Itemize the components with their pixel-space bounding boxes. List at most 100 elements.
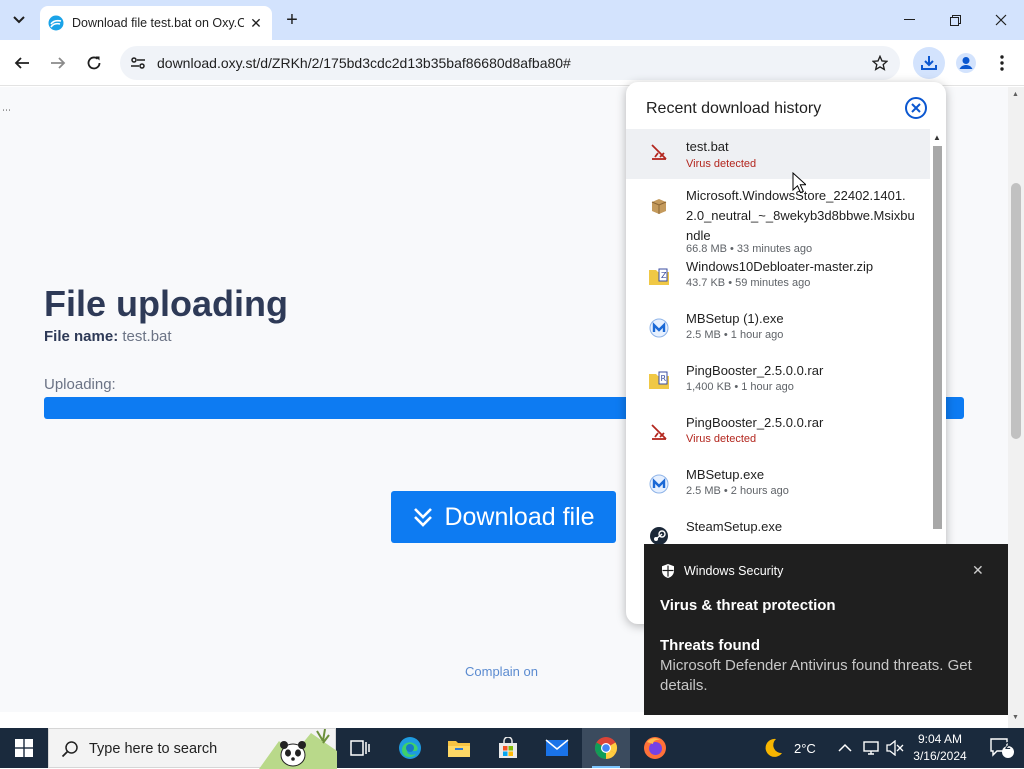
- reload-button[interactable]: [80, 49, 108, 77]
- blocked-file-icon: [648, 421, 670, 443]
- volume-tray-icon[interactable]: [886, 728, 904, 768]
- tab-search-button[interactable]: [6, 7, 32, 33]
- download-file-button[interactable]: Download file: [391, 491, 616, 543]
- download-item[interactable]: test.bat Virus detected: [626, 129, 930, 179]
- clock-date: 3/16/2024: [913, 749, 967, 763]
- store-icon: [499, 737, 517, 758]
- mail-button[interactable]: [533, 728, 581, 768]
- address-bar[interactable]: download.oxy.st/d/ZRKh/2/175bd3cdc2d13b3…: [120, 46, 900, 80]
- downloads-scrollbar-thumb[interactable]: [933, 146, 942, 529]
- restore-icon: [949, 14, 961, 26]
- reload-icon: [87, 56, 101, 70]
- malwarebytes-icon: [648, 473, 670, 495]
- close-window-button[interactable]: [978, 0, 1024, 40]
- clock-time: 9:04 AM: [917, 732, 963, 746]
- double-chevron-down-icon: [414, 508, 433, 527]
- tab-strip: Download file test.bat on Oxy.C ✕ +: [0, 0, 1024, 40]
- download-item[interactable]: R PingBooster_2.5.0.0.rar 1,400 KB • 1 h…: [626, 359, 930, 409]
- restore-button[interactable]: [932, 0, 978, 40]
- tab-close-icon[interactable]: ✕: [248, 15, 264, 31]
- profile-button[interactable]: [952, 49, 980, 77]
- tab-title: Download file test.bat on Oxy.C: [72, 16, 244, 30]
- download-item[interactable]: MBSetup (1).exe 2.5 MB • 1 hour ago: [626, 307, 930, 357]
- taskbar-search-box[interactable]: Type here to search: [48, 728, 337, 769]
- edge-taskbar-button[interactable]: [386, 728, 434, 768]
- search-placeholder: Type here to search: [89, 741, 218, 757]
- svg-text:R: R: [661, 374, 667, 383]
- download-item-status: Virus detected: [686, 158, 757, 170]
- download-item-status: Virus detected: [686, 433, 757, 445]
- moon-weather-icon: [765, 738, 782, 757]
- weather-temperature: 2°C: [794, 740, 816, 756]
- download-item-status: 66.8 MB • 33 minutes ago: [686, 243, 813, 255]
- downloads-button[interactable]: [913, 47, 945, 79]
- download-file-label: Download file: [444, 502, 595, 531]
- new-tab-button[interactable]: +: [281, 9, 303, 31]
- firefox-icon: [644, 737, 666, 759]
- windows-security-notification[interactable]: Windows Security ✕ Virus & threat protec…: [644, 544, 1008, 715]
- notification-center-button[interactable]: 2: [980, 728, 1024, 768]
- tray-overflow-button[interactable]: [838, 728, 852, 768]
- network-icon: [863, 741, 879, 755]
- chevron-down-icon: [13, 16, 25, 24]
- download-item[interactable]: Z Windows10Debloater-master.zip 43.7 KB …: [626, 255, 930, 305]
- download-item-name: PingBooster_2.5.0.0.rar: [686, 363, 824, 378]
- downloads-list: test.bat Virus detected Microsoft.Window…: [626, 129, 930, 577]
- page-menu-icon[interactable]: ⋯: [2, 105, 11, 116]
- task-view-icon: [350, 740, 370, 756]
- close-circle-icon[interactable]: [904, 96, 928, 120]
- page-title: File uploading: [44, 283, 288, 324]
- minimize-icon: [903, 19, 915, 20]
- download-item-name: PingBooster_2.5.0.0.rar: [686, 415, 824, 430]
- download-item-status: 2.5 MB • 1 hour ago: [686, 329, 784, 341]
- minimize-button[interactable]: [886, 0, 932, 40]
- scroll-down-arrow-icon[interactable]: ▼: [1012, 714, 1019, 721]
- chrome-taskbar-button[interactable]: [582, 728, 630, 768]
- speaker-muted-icon: [886, 740, 904, 756]
- page-scrollbar[interactable]: ▲ ▼: [1008, 87, 1024, 728]
- network-tray-icon[interactable]: [862, 728, 880, 768]
- scroll-up-arrow-icon[interactable]: ▲: [1012, 91, 1019, 98]
- edge-icon: [399, 737, 421, 759]
- close-icon[interactable]: ✕: [972, 562, 984, 579]
- file-explorer-button[interactable]: [435, 728, 483, 768]
- windows-logo-icon: [15, 739, 33, 757]
- page-scrollbar-thumb[interactable]: [1011, 183, 1021, 439]
- zip-archive-icon: Z: [648, 265, 670, 287]
- tab-active[interactable]: Download file test.bat on Oxy.C ✕: [40, 6, 272, 40]
- back-button[interactable]: [8, 49, 36, 77]
- notification-heading: Virus & threat protection: [660, 597, 836, 614]
- download-item[interactable]: PingBooster_2.5.0.0.rar Virus detected: [626, 411, 930, 461]
- download-item[interactable]: MBSetup.exe 2.5 MB • 2 hours ago: [626, 463, 930, 513]
- weather-widget[interactable]: 2°C: [760, 728, 816, 768]
- taskbar-clock[interactable]: 9:04 AM 3/16/2024: [907, 731, 973, 765]
- package-icon: [648, 195, 670, 217]
- bookmark-star-icon[interactable]: [871, 54, 889, 72]
- menu-button[interactable]: [988, 49, 1016, 77]
- download-item-status: 1,400 KB • 1 hour ago: [686, 381, 794, 393]
- download-item-name: Microsoft.WindowsStore_22402.1401.2.0_ne…: [686, 188, 915, 243]
- task-view-button[interactable]: [336, 728, 384, 768]
- scroll-up-arrow-icon[interactable]: ▲: [933, 133, 941, 142]
- search-icon: [61, 741, 78, 758]
- start-button[interactable]: [0, 728, 48, 768]
- firefox-taskbar-button[interactable]: [631, 728, 679, 768]
- chevron-up-icon: [838, 743, 852, 752]
- notification-app-name: Windows Security: [684, 564, 784, 578]
- downloads-bubble: Recent download history test.bat Virus d…: [626, 82, 946, 624]
- oxy-favicon-icon: [48, 15, 64, 31]
- svg-text:Z: Z: [661, 271, 667, 280]
- mail-icon: [545, 739, 569, 756]
- downloads-scrollbar[interactable]: ▲: [930, 129, 944, 589]
- microsoft-store-button[interactable]: [484, 728, 532, 768]
- mouse-cursor-icon: [792, 172, 806, 194]
- complain-link[interactable]: Complain on: [465, 664, 538, 679]
- forward-button[interactable]: [44, 49, 72, 77]
- notification-subheading: Threats found: [660, 637, 760, 654]
- download-item[interactable]: Microsoft.WindowsStore_22402.1401.2.0_ne…: [626, 183, 930, 255]
- url-text[interactable]: download.oxy.st/d/ZRKh/2/175bd3cdc2d13b3…: [157, 55, 571, 71]
- search-highlight-panda-icon[interactable]: [259, 729, 337, 769]
- more-vert-icon: [1000, 55, 1004, 71]
- arrow-right-icon: [51, 57, 66, 69]
- site-info-icon[interactable]: [129, 54, 147, 72]
